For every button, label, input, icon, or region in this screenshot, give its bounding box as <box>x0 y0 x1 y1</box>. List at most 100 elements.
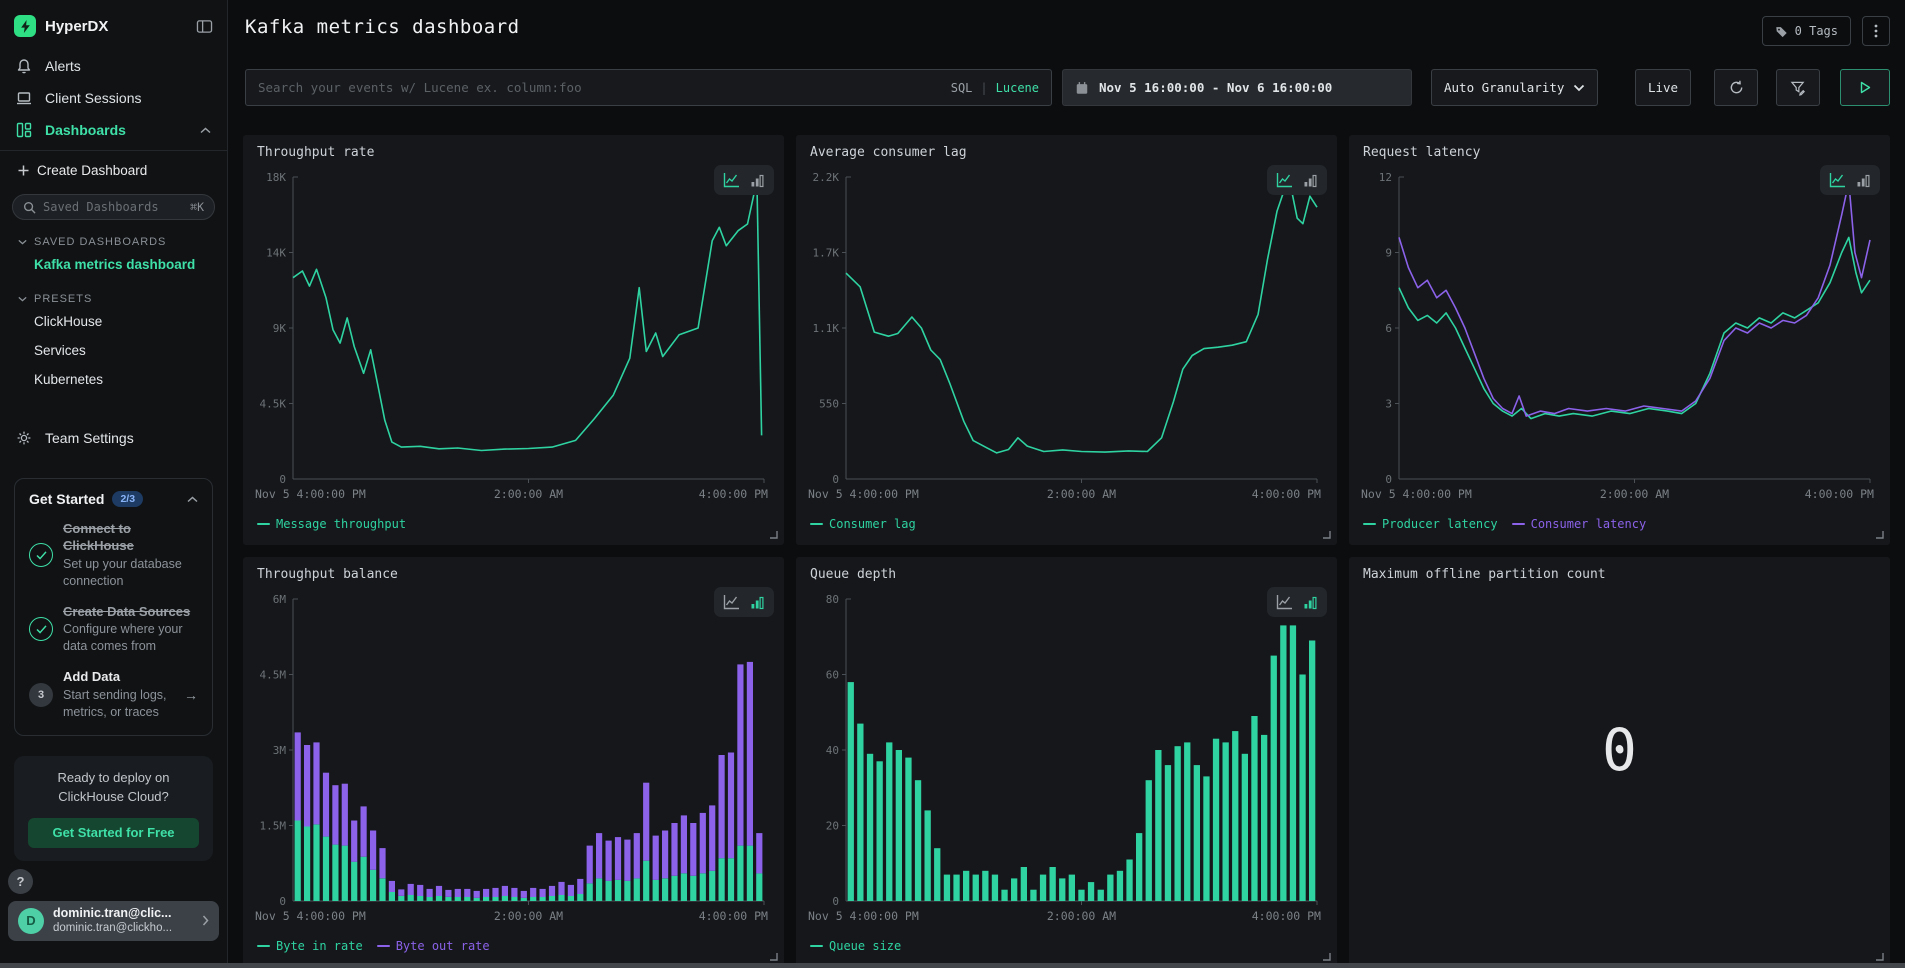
sidebar-item-clickhouse[interactable]: ClickHouse <box>0 307 227 336</box>
line-chart-icon[interactable] <box>723 172 740 188</box>
get-started-step-connect[interactable]: Connect to ClickHouse Set up your databa… <box>29 521 198 590</box>
sidebar-item-dashboards[interactable]: Dashboards <box>0 114 227 146</box>
line-chart-icon[interactable] <box>1276 594 1293 610</box>
step-desc: Set up your database connection <box>63 556 198 590</box>
resize-handle[interactable] <box>1322 952 1331 961</box>
saved-dashboards-search-input[interactable] <box>43 200 183 214</box>
section-label: SAVED DASHBOARDS <box>34 236 166 248</box>
sidebar-item-kafka-metrics-dashboard[interactable]: Kafka metrics dashboard <box>0 250 227 279</box>
panel-throughput-rate: Throughput rate 04.5K9K14K18KNov 5 4:00:… <box>243 135 784 545</box>
sidebar-item-kubernetes[interactable]: Kubernetes <box>0 365 227 394</box>
legend-item[interactable]: Byte out rate <box>377 939 490 953</box>
legend-dash <box>377 945 390 947</box>
legend-item[interactable]: Message throughput <box>257 517 406 531</box>
create-dashboard-button[interactable]: Create Dashboard <box>0 151 227 186</box>
legend-item[interactable]: Byte in rate <box>257 939 363 953</box>
svg-text:Nov 5 4:00:00 PM: Nov 5 4:00:00 PM <box>255 487 366 501</box>
chart-legend: Producer latency Consumer latency <box>1363 517 1646 531</box>
line-chart-icon[interactable] <box>1829 172 1846 188</box>
calendar-icon <box>1075 81 1089 95</box>
bar-chart-icon[interactable] <box>750 173 765 188</box>
bell-icon <box>16 57 32 74</box>
legend-item[interactable]: Consumer latency <box>1512 517 1647 531</box>
keyboard-shortcut-badge: ⌘K <box>190 200 204 214</box>
chevron-up-icon[interactable] <box>200 127 211 134</box>
panel-throughput-balance: Throughput balance 01.5M3M4.5M6MNov 5 4:… <box>243 557 784 967</box>
sidebar-item-client-sessions[interactable]: Client Sessions <box>0 82 227 114</box>
tags-button[interactable]: 0 Tags <box>1762 16 1851 46</box>
more-options-button[interactable] <box>1862 16 1890 46</box>
promo-line2: ClickHouse Cloud? <box>28 788 199 807</box>
svg-text:4.5M: 4.5M <box>260 669 287 682</box>
legend-dash <box>810 523 823 525</box>
legend-item[interactable]: Consumer lag <box>810 517 916 531</box>
create-dashboard-label: Create Dashboard <box>37 163 147 178</box>
legend-dash <box>1512 523 1525 525</box>
legend-item[interactable]: Queue size <box>810 939 901 953</box>
svg-text:9: 9 <box>1385 247 1392 260</box>
line-chart-icon[interactable] <box>723 594 740 610</box>
panel-average-consumer-lag: Average consumer lag 05501.1K1.7K2.2KNov… <box>796 135 1337 545</box>
event-search-input[interactable] <box>258 80 943 95</box>
user-menu[interactable]: D dominic.tran@clic... dominic.tran@clic… <box>8 901 219 941</box>
sidebar-item-alerts[interactable]: Alerts <box>0 49 227 82</box>
horizontal-scrollbar[interactable] <box>0 963 1905 968</box>
collapse-sidebar-icon[interactable] <box>196 19 213 34</box>
hyperdx-logo <box>14 15 36 37</box>
panel-title: Average consumer lag <box>810 145 967 160</box>
sidebar: HyperDX Alerts Client Sessions Dashboard… <box>0 0 228 968</box>
bar-chart-icon[interactable] <box>1303 595 1318 610</box>
sql-mode-toggle[interactable]: SQL <box>951 81 973 95</box>
chart-legend: Consumer lag <box>810 517 916 531</box>
chart-legend: Queue size <box>810 939 901 953</box>
resize-handle[interactable] <box>1875 952 1884 961</box>
svg-text:0: 0 <box>1385 473 1392 486</box>
svg-text:0: 0 <box>832 895 839 908</box>
svg-text:9K: 9K <box>273 322 287 335</box>
resize-handle[interactable] <box>769 952 778 961</box>
live-button[interactable]: Live <box>1635 69 1691 106</box>
chevron-down-icon <box>18 239 27 245</box>
svg-text:18K: 18K <box>266 171 286 184</box>
divider: | <box>980 81 987 95</box>
get-started-free-button[interactable]: Get Started for Free <box>28 818 199 848</box>
saved-dashboards-section-header[interactable]: SAVED DASHBOARDS <box>0 222 227 250</box>
dashboards-icon <box>16 122 32 138</box>
svg-text:80: 80 <box>826 593 839 606</box>
svg-text:4:00:00 PM: 4:00:00 PM <box>699 487 768 501</box>
svg-text:Nov 5 4:00:00 PM: Nov 5 4:00:00 PM <box>1361 487 1472 501</box>
svg-text:3: 3 <box>1385 398 1392 411</box>
lucene-mode-toggle[interactable]: Lucene <box>996 81 1039 95</box>
chart-type-toggle <box>1267 587 1327 617</box>
progress-badge: 2/3 <box>112 491 143 507</box>
bar-chart-icon[interactable] <box>1856 173 1871 188</box>
event-search[interactable]: SQL | Lucene <box>245 69 1052 106</box>
granularity-select[interactable]: Auto Granularity <box>1431 69 1598 106</box>
saved-dashboards-search[interactable]: ⌘K <box>12 194 215 220</box>
resize-handle[interactable] <box>1322 530 1331 539</box>
svg-text:0: 0 <box>279 473 286 486</box>
chevron-up-icon[interactable] <box>187 496 198 503</box>
help-button[interactable]: ? <box>8 869 33 894</box>
refresh-button[interactable] <box>1714 69 1758 106</box>
bar-chart-icon[interactable] <box>1303 173 1318 188</box>
sidebar-item-team-settings[interactable]: Team Settings <box>0 420 227 456</box>
resize-handle[interactable] <box>1875 530 1884 539</box>
line-chart-icon[interactable] <box>1276 172 1293 188</box>
resize-handle[interactable] <box>769 530 778 539</box>
legend-dash <box>1363 523 1376 525</box>
legend-item[interactable]: Producer latency <box>1363 517 1498 531</box>
legend-label: Queue size <box>829 939 901 953</box>
get-started-step-sources[interactable]: Create Data Sources Configure where your… <box>29 604 198 656</box>
legend-label: Consumer latency <box>1531 517 1647 531</box>
filter-button[interactable] <box>1776 69 1820 106</box>
bar-chart-icon[interactable] <box>750 595 765 610</box>
main-content: Kafka metrics dashboard 0 Tags SQL | Luc… <box>228 0 1905 968</box>
presets-section-header[interactable]: PRESETS <box>0 279 227 307</box>
get-started-step-add-data[interactable]: 3 Add Data Start sending logs, metrics, … <box>29 669 198 721</box>
date-range-picker[interactable]: Nov 5 16:00:00 - Nov 6 16:00:00 <box>1062 69 1412 106</box>
refresh-icon <box>1729 80 1744 95</box>
tags-label: 0 Tags <box>1795 24 1838 38</box>
run-query-button[interactable] <box>1840 69 1890 106</box>
sidebar-item-services[interactable]: Services <box>0 336 227 365</box>
